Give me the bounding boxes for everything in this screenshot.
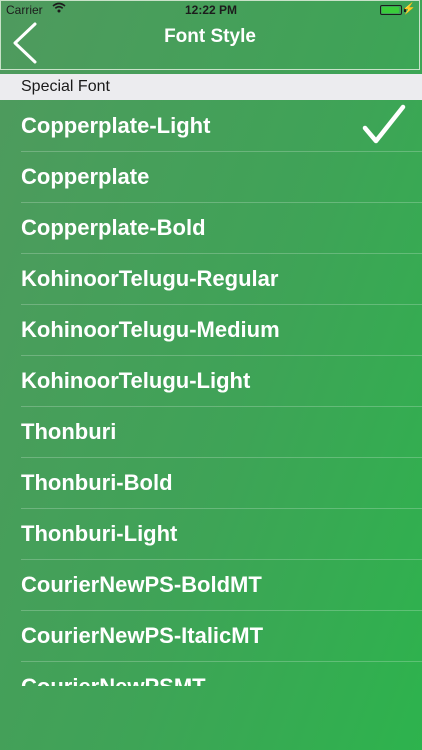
font-row[interactable]: Copperplate-Light [21, 101, 422, 152]
font-row-label: CourierNewPS-BoldMT [21, 572, 262, 597]
font-row-label: CourierNewPSMT [21, 674, 206, 686]
section-header: Special Font [0, 74, 422, 100]
navigation-bar: Font Style [0, 0, 420, 70]
font-row-label: KohinoorTelugu-Medium [21, 317, 280, 342]
font-row-label: Copperplate-Bold [21, 215, 206, 240]
font-row-label: Copperplate [21, 164, 150, 189]
font-row[interactable]: Copperplate-Bold [21, 203, 422, 254]
font-row[interactable]: KohinoorTelugu-Regular [21, 254, 422, 305]
font-row[interactable]: Copperplate [21, 152, 422, 203]
font-row-label: KohinoorTelugu-Light [21, 368, 251, 393]
font-row[interactable]: Thonburi-Bold [21, 458, 422, 509]
font-row[interactable]: Thonburi [21, 407, 422, 458]
font-row-label: Copperplate-Light [21, 113, 211, 138]
font-row-label: Thonburi-Light [21, 521, 178, 546]
font-row[interactable]: CourierNewPS-ItalicMT [21, 611, 422, 662]
font-row[interactable]: KohinoorTelugu-Medium [21, 305, 422, 356]
font-list[interactable]: Copperplate-Light Copperplate Copperplate-… [0, 101, 422, 686]
section-header-label: Special Font [21, 78, 110, 95]
font-row-label: Thonburi [21, 419, 117, 444]
font-row-label: Thonburi-Bold [21, 470, 173, 495]
font-row[interactable]: Thonburi-Light [21, 509, 422, 560]
font-row-label: CourierNewPS-ItalicMT [21, 623, 264, 648]
font-row[interactable]: CourierNewPS-BoldMT [21, 560, 422, 611]
font-row-label: KohinoorTelugu-Regular [21, 266, 279, 291]
font-row[interactable]: KohinoorTelugu-Light [21, 356, 422, 407]
font-row[interactable]: CourierNewPSMT [21, 662, 422, 686]
checkmark-icon [362, 104, 406, 144]
page-title: Font Style [164, 26, 256, 47]
